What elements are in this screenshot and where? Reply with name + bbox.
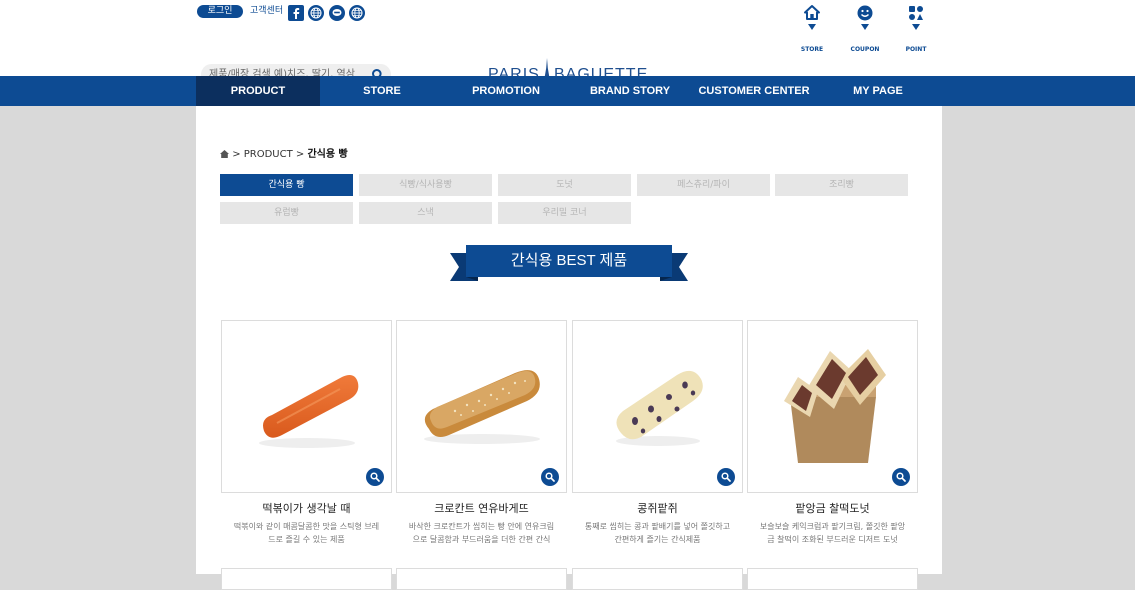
zoom-button[interactable] bbox=[892, 468, 910, 486]
category-tab-korean-wheat[interactable]: 우리밀 코너 bbox=[498, 202, 631, 224]
nav-customer-center[interactable]: CUSTOMER CENTER bbox=[692, 76, 816, 106]
search-icon bbox=[896, 472, 906, 482]
smile-icon bbox=[856, 4, 874, 26]
product-image[interactable] bbox=[573, 321, 742, 492]
breadcrumb-product[interactable]: PRODUCT bbox=[244, 149, 293, 160]
category-tab-snack-bread[interactable]: 간식용 빵 bbox=[220, 174, 353, 196]
breadcrumb-separator: > bbox=[295, 149, 308, 160]
product-image[interactable] bbox=[222, 321, 391, 492]
product-card[interactable] bbox=[747, 320, 918, 493]
product-title[interactable]: 떡볶이가 생각날 때 bbox=[221, 500, 392, 516]
category-tab-pastry[interactable]: 페스츄리/파이 bbox=[637, 174, 770, 196]
point-util-label: POINT bbox=[905, 46, 927, 53]
coupon-util-label: COUPON bbox=[850, 46, 880, 53]
nav-promotion[interactable]: PROMOTION bbox=[444, 76, 568, 106]
breadcrumb-separator: > bbox=[232, 149, 244, 160]
search-icon bbox=[545, 472, 555, 482]
breadcrumb-current: 간식용 빵 bbox=[307, 149, 348, 160]
product-title[interactable]: 콩쥐팥쥐 bbox=[572, 500, 743, 516]
product-image[interactable] bbox=[397, 321, 566, 492]
breadcrumb: > PRODUCT > 간식용 빵 bbox=[220, 149, 348, 161]
product-card[interactable] bbox=[396, 568, 567, 590]
section-title: 간식용 BEST 제품 bbox=[510, 252, 628, 269]
talk-icon[interactable] bbox=[329, 5, 345, 21]
globe-icon[interactable] bbox=[349, 5, 365, 21]
nav-brand-story[interactable]: BRAND STORY bbox=[568, 76, 692, 106]
category-tab-cooked-bread[interactable]: 조리빵 bbox=[775, 174, 908, 196]
product-card[interactable] bbox=[221, 320, 392, 493]
nav-store[interactable]: STORE bbox=[320, 76, 444, 106]
customer-center-link[interactable]: 고객센터 bbox=[250, 5, 283, 18]
dropdown-arrow-icon bbox=[808, 24, 816, 30]
content-area: > PRODUCT > 간식용 빵 간식용 빵 식빵/식사용빵 도넛 페스츄리/… bbox=[196, 106, 942, 590]
product-card[interactable] bbox=[572, 320, 743, 493]
product-card[interactable] bbox=[221, 568, 392, 590]
zoom-button[interactable] bbox=[717, 468, 735, 486]
home-icon[interactable] bbox=[220, 150, 229, 158]
store-util-label: STORE bbox=[800, 46, 824, 53]
dropdown-arrow-icon bbox=[861, 24, 869, 30]
zoom-button[interactable] bbox=[541, 468, 559, 486]
product-card[interactable] bbox=[572, 568, 743, 590]
product-description: 보슬보슬 케익크럼과 팥기크림, 쫄깃한 팥앙금 찰떡이 조화된 부드러운 디저… bbox=[759, 522, 906, 544]
nav-product[interactable]: PRODUCT bbox=[196, 76, 320, 106]
main-navigation: PRODUCT STORE PROMOTION BRAND STORY CUST… bbox=[0, 76, 1135, 106]
point-icon bbox=[907, 4, 925, 26]
top-utility-bar: 로그인 고객센터 bbox=[0, 0, 1135, 25]
product-card[interactable] bbox=[396, 320, 567, 493]
header: PARIS BAGUETTE bbox=[0, 24, 1135, 89]
product-description: 바삭한 크로칸트가 씹히는 빵 안에 연유크림으로 달콤함과 부드러움을 더한 … bbox=[408, 522, 555, 544]
category-tab-snack[interactable]: 스낵 bbox=[359, 202, 492, 224]
nav-my-page[interactable]: MY PAGE bbox=[816, 76, 940, 106]
search-icon bbox=[721, 472, 731, 482]
section-title-ribbon: 간식용 BEST 제품 bbox=[450, 243, 688, 283]
globe-icon[interactable] bbox=[308, 5, 324, 21]
search-icon bbox=[370, 472, 380, 482]
product-title[interactable]: 크로칸트 연유바게뜨 bbox=[396, 500, 567, 516]
category-tab-donut[interactable]: 도넛 bbox=[498, 174, 631, 196]
category-tab-european[interactable]: 유럽빵 bbox=[220, 202, 353, 224]
product-description: 떡볶이와 같이 매콤달콤한 맛을 스틱형 브레드로 즐길 수 있는 제품 bbox=[233, 522, 380, 544]
login-button[interactable]: 로그인 bbox=[197, 5, 243, 18]
product-image[interactable] bbox=[748, 321, 917, 492]
product-card[interactable] bbox=[747, 568, 918, 590]
zoom-button[interactable] bbox=[366, 468, 384, 486]
product-title[interactable]: 팥앙금 찰떡도넛 bbox=[747, 500, 918, 516]
product-description: 통째로 씹히는 콩과 팥배기를 넣어 쫄깃하고 간편하게 즐기는 간식제품 bbox=[584, 522, 731, 544]
dropdown-arrow-icon bbox=[912, 24, 920, 30]
category-tab-loaf[interactable]: 식빵/식사용빵 bbox=[359, 174, 492, 196]
home-icon bbox=[803, 4, 821, 26]
facebook-icon[interactable] bbox=[288, 5, 304, 21]
